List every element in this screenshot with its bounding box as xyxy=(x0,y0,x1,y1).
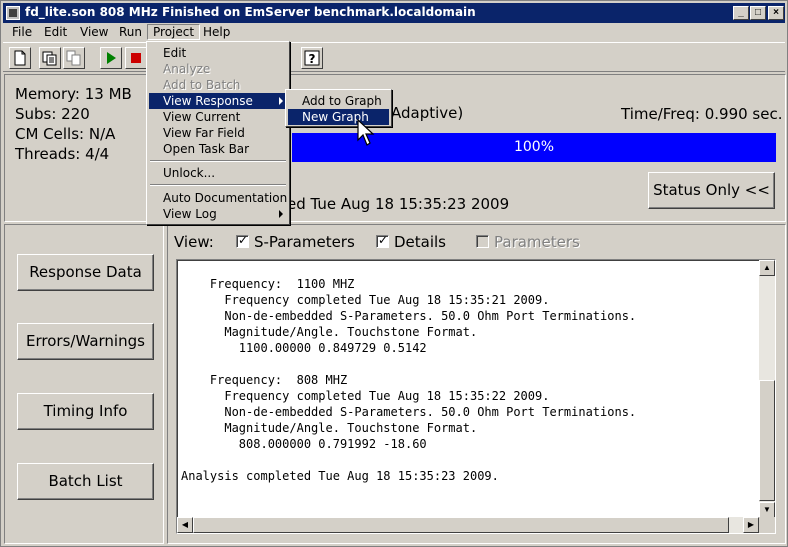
project-menu-auto-documentation[interactable]: Auto Documentation xyxy=(149,190,287,206)
log-text-area[interactable]: Frequency: 1100 MHZ Frequency completed … xyxy=(176,259,776,534)
app-icon[interactable] xyxy=(6,6,20,20)
copy-button[interactable] xyxy=(63,47,85,69)
stop-button[interactable] xyxy=(125,47,147,69)
parameters-label: Parameters xyxy=(494,233,580,251)
log-line: Frequency completed Tue Aug 18 15:35:21 … xyxy=(181,293,550,307)
scroll-corner xyxy=(759,517,775,533)
log-line: Frequency: 808 MHZ xyxy=(181,373,348,387)
project-menu-view-response[interactable]: View Response xyxy=(149,93,287,109)
open-project-button[interactable] xyxy=(39,47,61,69)
window-title: fd_lite.son 808 MHz Finished on EmServer… xyxy=(25,5,476,19)
finished-label: ed Tue Aug 18 15:35:23 2009 xyxy=(287,195,510,213)
memory-label: Memory: 13 MB xyxy=(15,85,132,103)
minimize-button[interactable]: _ xyxy=(733,6,749,20)
menu-separator xyxy=(150,184,286,186)
log-content: Frequency: 1100 MHZ Frequency completed … xyxy=(181,276,636,484)
parameters-checkbox xyxy=(476,235,489,248)
help-icon: ? xyxy=(304,50,320,66)
copy-icon xyxy=(66,50,81,66)
threads-label: Threads: 4/4 xyxy=(15,145,110,163)
project-menu-view-far-field[interactable]: View Far Field xyxy=(149,125,287,141)
new-file-icon xyxy=(14,50,26,66)
response-data-button[interactable]: Response Data xyxy=(17,254,154,291)
status-only-button[interactable]: Status Only << xyxy=(648,172,775,209)
project-menu-view-current[interactable]: View Current xyxy=(149,109,287,125)
left-button-panel: Response Data Errors/Warnings Timing Inf… xyxy=(4,224,164,544)
vertical-scroll-thumb[interactable] xyxy=(759,380,775,501)
menu-edit[interactable]: Edit xyxy=(39,24,72,40)
project-menu-add-to-batch: Add to Batch xyxy=(163,78,241,92)
scroll-up-arrow-icon[interactable]: ▲ xyxy=(759,260,775,276)
project-menu-view-log[interactable]: View Log xyxy=(149,206,287,222)
help-button[interactable]: ? xyxy=(301,47,323,69)
subs-label: Subs: 220 xyxy=(15,105,90,123)
s-parameters-checkbox[interactable] xyxy=(236,233,249,248)
horizontal-scroll-thumb[interactable] xyxy=(193,517,729,533)
menu-bar: File Edit View Run Project Help xyxy=(3,23,785,41)
menu-run[interactable]: Run xyxy=(114,24,147,40)
log-line: Frequency completed Tue Aug 18 15:35:22 … xyxy=(181,389,550,403)
project-menu: Edit Analyze Add to Batch View Response … xyxy=(146,41,290,225)
menu-help[interactable]: Help xyxy=(198,24,235,40)
toolbar: ? xyxy=(3,42,785,72)
view-response-submenu: Add to Graph New Graph xyxy=(285,89,392,127)
details-label[interactable]: Details xyxy=(394,233,446,251)
log-line: 1100.00000 0.849729 0.5142 xyxy=(181,341,427,355)
app-window: fd_lite.son 808 MHz Finished on EmServer… xyxy=(0,0,788,547)
menu-separator xyxy=(150,160,286,162)
scroll-left-arrow-icon[interactable]: ◀ xyxy=(177,517,193,533)
mouse-cursor-icon xyxy=(357,119,375,146)
submenu-arrow-icon xyxy=(279,210,283,218)
project-menu-unlock[interactable]: Unlock... xyxy=(149,165,287,181)
project-menu-open-task-bar[interactable]: Open Task Bar xyxy=(149,141,287,157)
errors-warnings-button[interactable]: Errors/Warnings xyxy=(17,323,154,360)
project-menu-edit[interactable]: Edit xyxy=(149,45,287,61)
submenu-arrow-icon xyxy=(279,97,283,105)
view-log-label: View Log xyxy=(163,207,217,221)
scroll-down-arrow-icon[interactable]: ▼ xyxy=(759,502,775,518)
s-parameters-label[interactable]: S-Parameters xyxy=(254,233,355,251)
horizontal-scrollbar[interactable]: ◀ ▶ xyxy=(177,517,759,533)
log-line: Non-de-embedded S-Parameters. 50.0 Ohm P… xyxy=(181,309,637,323)
batch-list-button[interactable]: Batch List xyxy=(17,463,154,500)
time-freq-label: Time/Freq: 0.990 sec. xyxy=(621,105,783,123)
log-line: Magnitude/Angle. Touchstone Format. xyxy=(181,421,478,435)
log-line: Magnitude/Angle. Touchstone Format. xyxy=(181,325,478,339)
log-line: Non-de-embedded S-Parameters. 50.0 Ohm P… xyxy=(181,405,637,419)
title-bar[interactable]: fd_lite.son 808 MHz Finished on EmServer… xyxy=(3,3,785,23)
scroll-right-arrow-icon[interactable]: ▶ xyxy=(743,517,759,533)
stop-icon xyxy=(131,53,141,63)
output-panel: View: S-Parameters Details Parameters Fr… xyxy=(167,224,786,544)
log-line: Analysis completed Tue Aug 18 15:35:23 2… xyxy=(181,469,499,483)
menu-view[interactable]: View xyxy=(75,24,113,40)
project-menu-analyze: Analyze xyxy=(163,62,211,76)
close-button[interactable]: × xyxy=(768,6,784,20)
open-project-icon xyxy=(42,51,57,66)
menu-project[interactable]: Project xyxy=(147,24,201,40)
vertical-scrollbar[interactable]: ▲ ▼ xyxy=(759,260,775,518)
new-file-button[interactable] xyxy=(9,47,31,69)
submenu-add-to-graph[interactable]: Add to Graph xyxy=(288,93,389,109)
run-button[interactable] xyxy=(100,47,122,69)
menu-file[interactable]: File xyxy=(7,24,37,40)
log-line: Frequency: 1100 MHZ xyxy=(181,277,355,291)
cm-cells-label: CM Cells: N/A xyxy=(15,125,116,143)
view-label: View: xyxy=(174,233,214,251)
log-line: 808.000000 0.791992 -18.60 xyxy=(181,437,427,451)
maximize-button[interactable]: □ xyxy=(750,6,766,20)
run-icon xyxy=(107,52,116,64)
timing-info-button[interactable]: Timing Info xyxy=(17,393,154,430)
view-response-label: View Response xyxy=(163,94,253,108)
mode-label: Adaptive) xyxy=(391,104,464,122)
details-checkbox[interactable] xyxy=(376,233,389,248)
status-panel: Memory: 13 MB Subs: 220 CM Cells: N/A Th… xyxy=(4,74,786,222)
svg-text:?: ? xyxy=(309,52,316,66)
